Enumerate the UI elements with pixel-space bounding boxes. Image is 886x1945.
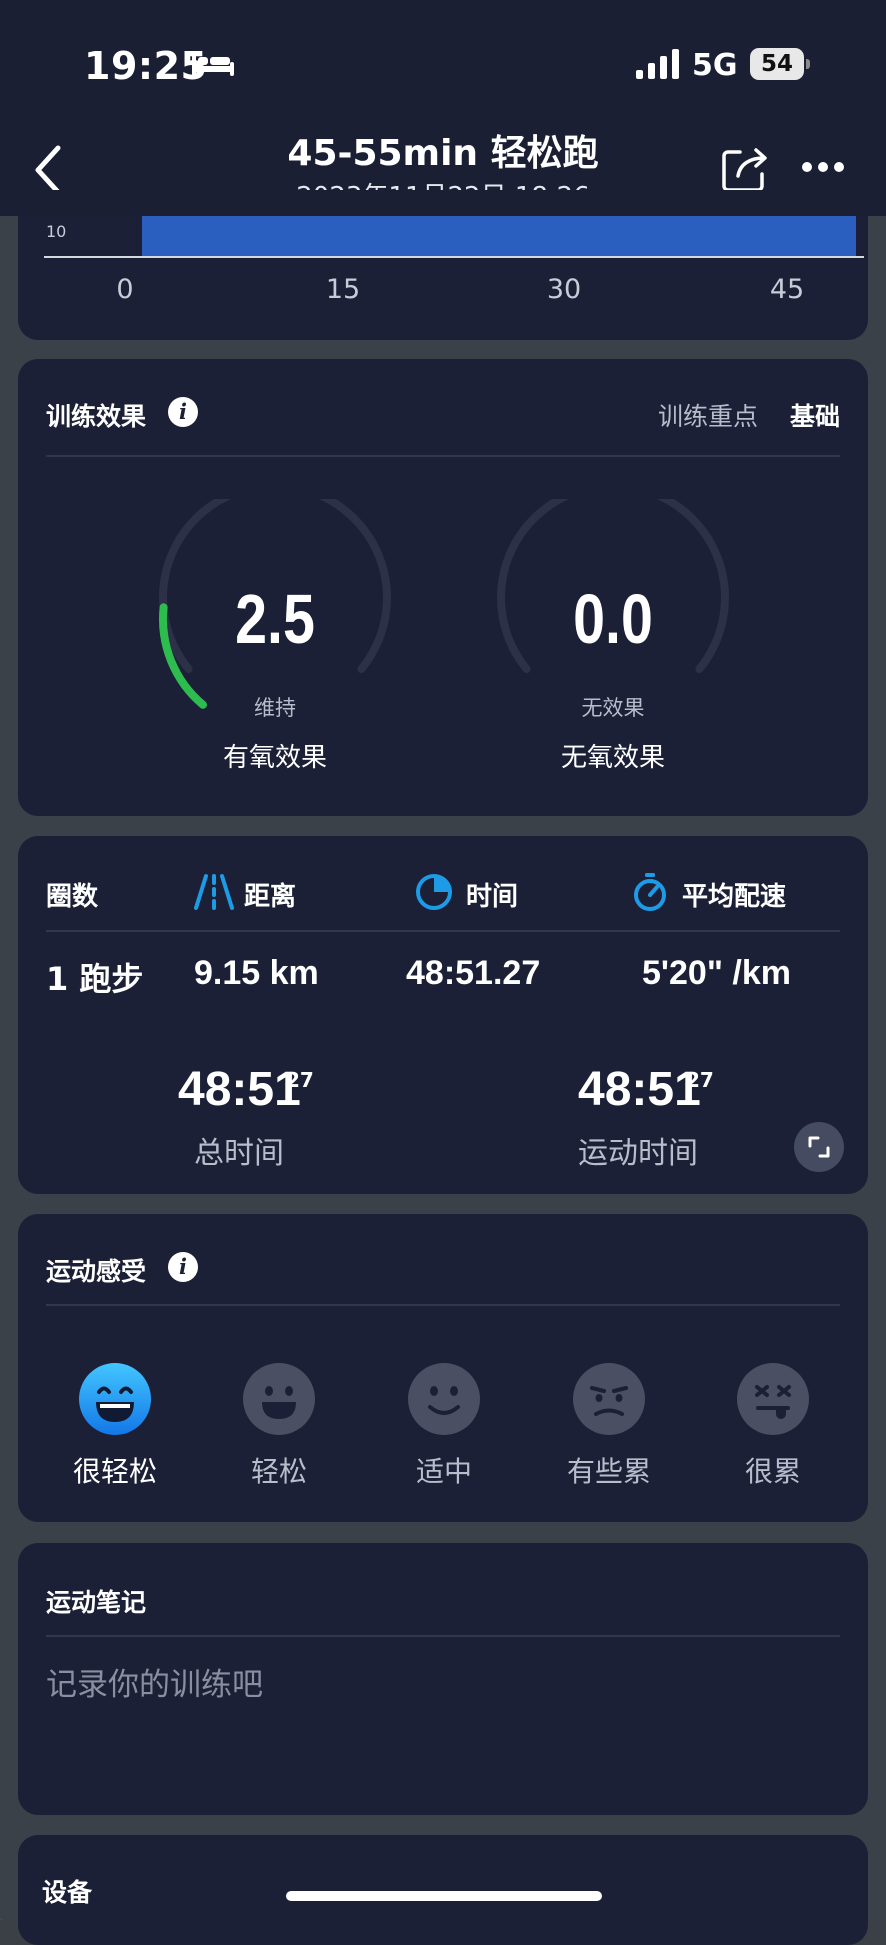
divider	[46, 455, 840, 457]
info-icon[interactable]: i	[168, 397, 198, 427]
expand-icon	[808, 1136, 830, 1158]
somewhat-tired-face-icon[interactable]	[572, 1362, 646, 1436]
distance-header: 距离	[244, 882, 297, 912]
x-tick-label: 0	[116, 274, 134, 305]
device-card[interactable]: 设备	[18, 1835, 868, 1945]
total-time-value: 48:51	[178, 1063, 301, 1116]
x-tick-label: 30	[546, 274, 582, 305]
sleep-focus-icon	[192, 54, 234, 76]
easy-face-icon[interactable]	[242, 1362, 316, 1436]
expand-button[interactable]	[794, 1122, 844, 1172]
laps-card: 圈数 距离 时间 平均配速 1 跑步 9.15 km 48:51.27 5'20…	[18, 836, 868, 1194]
total-time-hundredths: 27	[286, 1068, 314, 1092]
anaerobic-status: 无效果	[581, 696, 645, 720]
feeling-title: 运动感受	[46, 1257, 147, 1286]
info-icon[interactable]: i	[168, 1252, 198, 1282]
moderate-face-icon[interactable]	[407, 1362, 481, 1436]
anaerobic-label: 无氧效果	[560, 743, 665, 773]
anaerobic-value: 0.0	[573, 580, 653, 658]
very-tired-label[interactable]: 很累	[703, 1450, 843, 1490]
notes-input[interactable]: 记录你的训练吧	[46, 1659, 263, 1704]
clock-icon	[416, 874, 452, 910]
lap-distance: 9.15 km	[194, 954, 319, 992]
x-tick-label: 15	[325, 274, 361, 305]
stopwatch-icon	[634, 873, 666, 911]
lap-time: 48:51.27	[406, 954, 541, 992]
pace-header: 平均配速	[682, 882, 787, 912]
aerobic-value: 2.5	[235, 580, 315, 658]
moderate-label[interactable]: 适中	[374, 1450, 514, 1490]
very-easy-face-icon[interactable]	[78, 1362, 152, 1436]
training-focus-value: 基础	[789, 402, 840, 431]
network-type: 5G	[692, 48, 738, 83]
y-tick-label: 10	[46, 222, 67, 241]
exercise-notes-card[interactable]: 运动笔记 记录你的训练吧	[18, 1543, 868, 1815]
total-time-label: 总时间	[194, 1136, 284, 1171]
moving-time-hundredths: 27	[686, 1068, 714, 1092]
divider	[46, 930, 840, 932]
lap-pace: 5'20" /km	[642, 954, 791, 992]
area-chart	[44, 213, 864, 258]
cellular-signal-icon	[636, 49, 679, 79]
battery-level: 54	[750, 48, 804, 80]
header-bottom-edge	[0, 190, 886, 216]
moving-time-label: 运动时间	[578, 1136, 698, 1171]
battery-icon: 54	[750, 48, 812, 80]
divider	[46, 1304, 840, 1306]
easy-label[interactable]: 轻松	[209, 1450, 349, 1490]
more-options-button[interactable]	[800, 160, 846, 174]
aerobic-status: 维持	[254, 696, 296, 720]
lap-label: 1 跑步	[46, 960, 144, 998]
very-tired-face-icon[interactable]	[736, 1362, 810, 1436]
training-focus-label: 训练重点	[657, 402, 758, 431]
road-distance-icon	[194, 874, 234, 910]
somewhat-tired-label[interactable]: 有些累	[539, 1450, 679, 1490]
time-header: 时间	[466, 882, 519, 912]
notes-title: 运动笔记	[46, 1588, 147, 1617]
moving-time-value: 48:51	[578, 1063, 701, 1116]
home-indicator	[286, 1891, 602, 1901]
share-button[interactable]	[720, 144, 770, 194]
area-series	[142, 214, 856, 256]
aerobic-label: 有氧效果	[222, 743, 327, 773]
very-easy-label[interactable]: 很轻松	[45, 1450, 185, 1490]
training-effect-card: 训练效果 i 训练重点 基础 2.5 维持 有氧效果 0.0 无效果 无氧效果	[18, 359, 868, 816]
battery-tip	[806, 59, 810, 69]
status-time: 19:25	[84, 44, 208, 88]
laps-header: 圈数	[46, 882, 99, 912]
header: 19:25 5G 54 45-55min 轻松跑 2023年11月22日 18:…	[0, 0, 886, 216]
exercise-feeling-card: 运动感受 i 很轻松 轻松 适中 有些累 很累	[18, 1214, 868, 1522]
divider	[46, 1635, 840, 1637]
x-tick-label: 45	[769, 274, 805, 305]
training-effect-title: 训练效果	[46, 402, 147, 431]
device-title: 设备	[42, 1878, 93, 1907]
